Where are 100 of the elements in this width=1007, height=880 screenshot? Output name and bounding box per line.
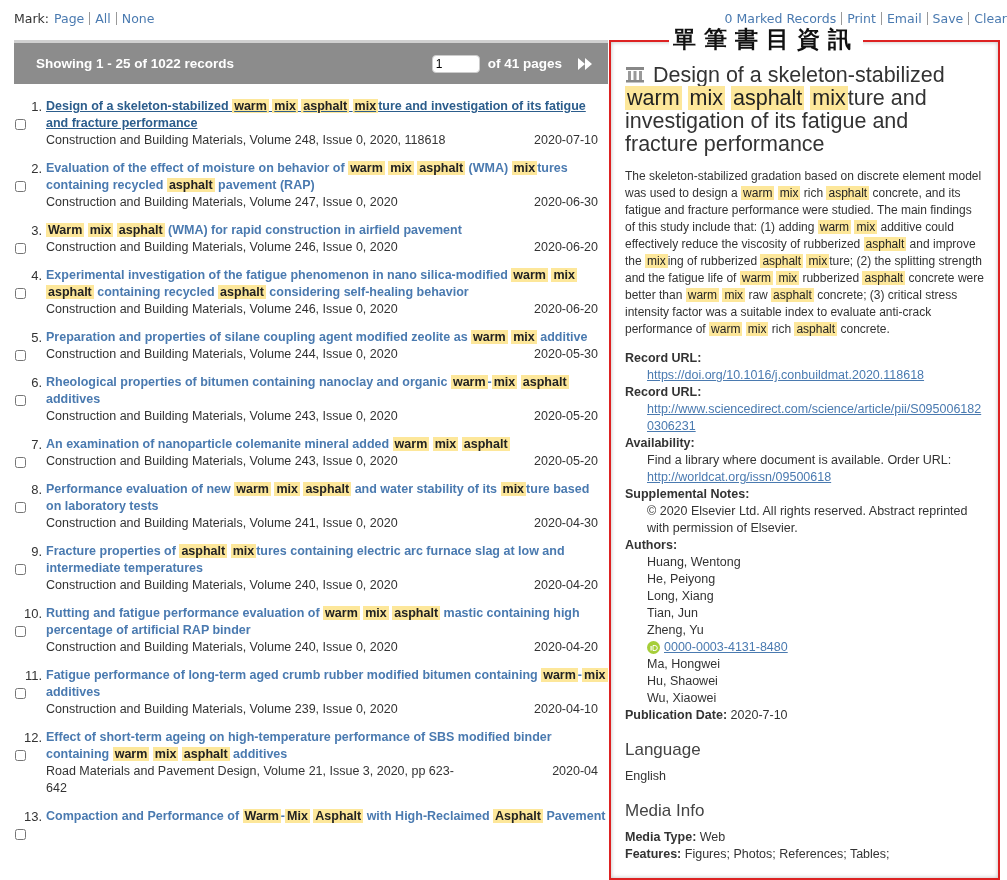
result-source: Construction and Building Materials, Volume 243, Issue 0, 2020 [46,453,399,470]
action-link[interactable]: Email [880,11,922,25]
result-title-link[interactable]: Rutting and fatigue performance evaluation of warm mix asphalt mastic containing high percentage of artificial RAP binder [46,605,608,639]
result-title-link[interactable]: Warm mix asphalt (WMA) for rapid construction in airfield pavement [46,222,608,239]
mark-link[interactable]: Page [54,11,85,25]
result-checkbox[interactable] [15,457,26,468]
result-source: Construction and Building Materials, Volume 240, Issue 0, 2020 [46,577,399,594]
action-link[interactable]: 0 Marked Records [724,11,837,25]
result-title-link[interactable]: Compaction and Performance of Warm - Mix Asphalt with High-Reclaimed Asphalt Pavement [46,808,608,825]
result-number: 13. [23,808,42,825]
result-number: 7. [31,436,42,453]
result-checkbox[interactable] [15,626,26,637]
book-icon [625,66,645,83]
result-source: Construction and Building Materials, Volume 244, Issue 0, 2020 [46,346,399,363]
section-heading: Media Info [625,801,706,821]
action-link[interactable]: Save [926,11,964,25]
section-heading: Language [625,740,702,760]
result-source: Construction and Building Materials, Volume 243, Issue 0, 2020 [46,408,399,425]
result-date: 2020-04 [552,763,599,780]
field-label: Supplemental Notes: [625,486,751,503]
result-checkbox[interactable] [15,288,26,299]
record-link[interactable]: http://www.sciencedirect.com/science/article/pii/S0950061820306231 [647,401,984,435]
orcid-link[interactable]: 0000-0003-4131-8480 [664,639,788,656]
result-number: 1. [31,98,42,115]
result-checkbox[interactable] [15,119,26,130]
result-checkbox[interactable] [15,502,26,513]
result-number: 8. [31,481,42,498]
result-title-link[interactable]: Fracture properties of asphalt mix tures containing electric arc furnace slag at low and intermediate temperatures [46,543,608,577]
result-number: 11. [24,667,42,684]
result-date: 2020-07-10 [534,132,599,149]
result-title-link[interactable]: Evaluation of the effect of moisture on behavior of warm mix asphalt (WMA) mix tures containing recycled asphalt pavement (RAP) [46,160,608,194]
result-checkbox[interactable] [15,750,26,761]
result-source: Construction and Building Materials, Volume 246, Issue 0, 2020 [46,239,399,256]
field-value: Tian, Jun [647,605,698,622]
result-date: 2020-05-20 [534,408,599,425]
results-count: Showing 1 - 25 of 1022 records [36,56,236,71]
page-input[interactable]: 1 [431,54,480,73]
abstract-text: The skeleton-stabilized gradation based on discrete element model was used to design a warm mix rich asphalt concrete, and its fatigue and fracture performance were studied. The main findings of this study include that: (1) adding warm mix additive could effectively reduce the viscosity of rubberized asphalt and improve the mix ing of rubberized asphalt mix ture; (2) the splitting strength and the fatigue life of warm mix rubberized asphalt concrete were better than warm mix raw asphalt concrete; (3) critical stress intensity factor was a suitable index to evaluate anti-crack performance of warm mix rich asphalt concrete. [625,168,984,338]
result-date: 2020-04-10 [534,701,599,718]
field-label: Record URL: [625,350,703,367]
result-title-link[interactable]: Performance evaluation of new warm mix asphalt and water stability of its mix ture based on laboratory tests [46,481,608,515]
result-number: 4. [31,267,42,284]
result-date: 2020-06-20 [534,239,599,256]
result-number: 12. [23,729,42,746]
annotation-label: 單筆書目資訊 [669,26,863,52]
record-title: Design of a skeleton-stabilized warm mix asphalt mixture and investigation of its fatigue and fracture performance [625,64,946,156]
result-checkbox[interactable] [15,688,26,699]
last-page-icon[interactable] [578,57,592,70]
field-value: Long, Xiang [647,588,714,605]
result-source: Construction and Building Materials, Volume 246, Issue 0, 2020 [46,301,399,318]
mark-link[interactable]: All [89,11,111,25]
publication-date: Publication Date: 2020-7-10 [625,707,789,724]
field-value: Hu, Shaowei [647,673,718,690]
result-checkbox[interactable] [15,829,26,840]
result-checkbox[interactable] [15,181,26,192]
result-source: Construction and Building Materials, Volume 241, Issue 0, 2020 [46,515,399,532]
result-number: 3. [31,222,42,239]
result-checkbox[interactable] [15,350,26,361]
result-source: Construction and Building Materials, Volume 240, Issue 0, 2020 [46,639,399,656]
result-date: 2020-05-30 [534,346,599,363]
result-checkbox[interactable] [15,395,26,406]
result-title-link[interactable]: Experimental investigation of the fatigue phenomenon in nano silica-modified warm mix asphalt containing recycled asphalt considering self-healing behavior [46,267,608,301]
orcid-icon [647,641,660,654]
field-value: Ma, Hongwei [647,656,720,673]
result-title-link[interactable]: Fatigue performance of long-term aged crumb rubber modified bitumen containing warm - mix additives [46,667,608,701]
result-title-link[interactable]: Effect of short-term ageing on high-temperature performance of SBS modified binder containing warm mix asphalt additives [46,729,608,763]
mark-link[interactable]: None [115,11,155,25]
result-title-link[interactable]: Rheological properties of bitumen containing nanoclay and organic warm - mix asphalt additives [46,374,608,408]
result-number: 6. [31,374,42,391]
result-title-link[interactable]: Design of a skeleton-stabilized warm mix asphalt mix ture and investigation of its fatigue and fracture performance [46,98,608,132]
field-value: Zheng, Yu [647,622,704,639]
record-link[interactable]: https://doi.org/10.1016/j.conbuildmat.2020.118618 [647,367,925,384]
result-date: 2020-04-20 [534,577,599,594]
result-source: Construction and Building Materials, Volume 248, Issue 0, 2020, 118618 [46,132,447,149]
result-number: 5. [31,329,42,346]
result-number: 10. [23,605,42,622]
result-source: Road Materials and Pavement Design, Volume 21, Issue 3, 2020, pp 623-642 [46,763,455,797]
field-value: Wu, Xiaowei [647,690,717,707]
field-label: Record URL: [625,384,703,401]
result-source: Construction and Building Materials, Volume 239, Issue 0, 2020 [46,701,399,718]
result-date: 2020-05-20 [534,453,599,470]
action-link[interactable]: Print [841,11,876,25]
field-value: © 2020 Elsevier Ltd. All rights reserved. Abstract reprinted with permission of Elsevier. [647,503,969,537]
action-link[interactable]: Clear [968,11,1007,25]
record-link[interactable]: http://worldcat.org/issn/09500618 [647,469,832,486]
page-count: of 41 pages [487,56,562,71]
result-title-link[interactable]: An examination of nanoparticle colemanite mineral added warm mix asphalt [46,436,608,453]
result-checkbox[interactable] [15,243,26,254]
media-field: Media Type: Web [625,829,984,846]
result-date: 2020-06-20 [534,301,599,318]
media-field: Features: Figures; Photos; References; Tables; [625,846,984,863]
section-value: English [625,768,667,785]
field-value: Find a library where document is available. Order URL: [647,452,952,469]
result-number: 2. [31,160,42,177]
result-source: Construction and Building Materials, Volume 247, Issue 0, 2020 [46,194,399,211]
field-value: He, Peiyong [647,571,716,588]
result-date: 2020-04-20 [534,639,599,656]
field-value: Huang, Wentong [647,554,741,571]
result-checkbox[interactable] [15,564,26,575]
result-title-link[interactable]: Preparation and properties of silane coupling agent modified zeolite as warm mix additive [46,329,608,346]
